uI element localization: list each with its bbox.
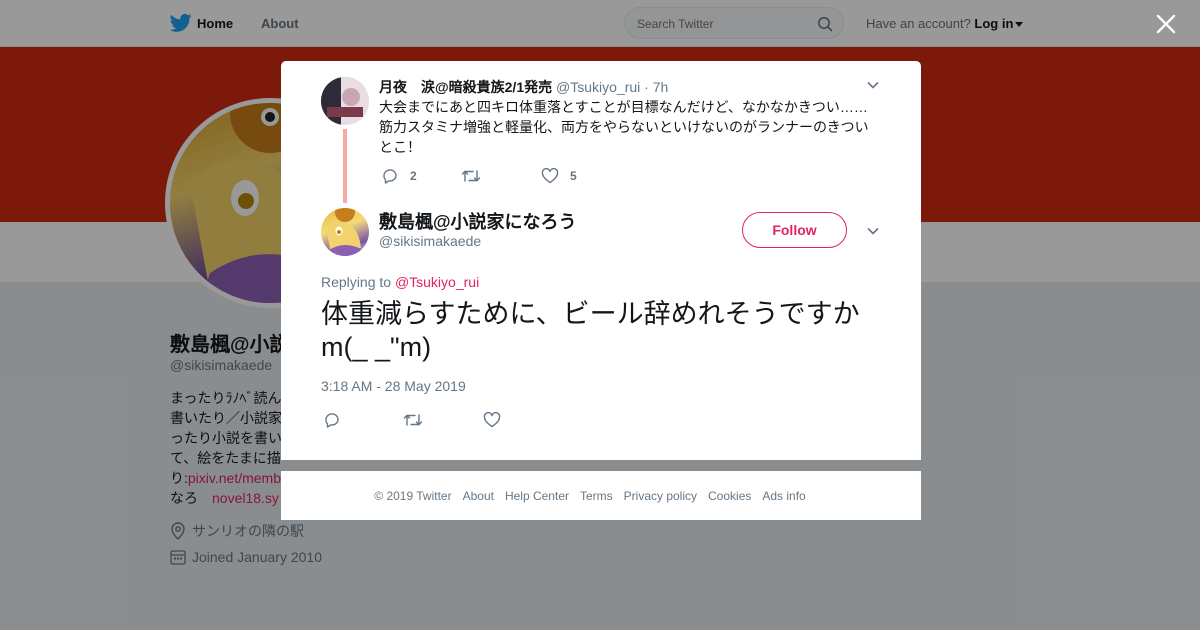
footer-link-terms[interactable]: Terms bbox=[580, 489, 613, 503]
like-action[interactable] bbox=[483, 412, 501, 428]
tweet-modal: 月夜 涙@暗殺貴族2/1発売 @Tsukiyo_rui · 7h 大会までにあと… bbox=[281, 61, 921, 460]
parent-tweet-text: 大会までにあと四キロ体重落とすことが目標なんだけど、なかなかきつい…… 筋力スタ… bbox=[379, 97, 879, 157]
parent-tweet-actions: 2 5 bbox=[381, 167, 577, 185]
parent-retweet-action[interactable] bbox=[461, 168, 541, 184]
parent-reply-action[interactable]: 2 bbox=[381, 167, 461, 185]
footer-link-about[interactable]: About bbox=[463, 489, 494, 503]
parent-reply-count: 2 bbox=[410, 169, 417, 183]
footer-link-ads[interactable]: Ads info bbox=[762, 489, 805, 503]
close-icon[interactable] bbox=[1154, 12, 1178, 36]
reply-icon bbox=[383, 169, 397, 184]
parent-author-name[interactable]: 月夜 涙@暗殺貴族2/1発売 bbox=[379, 79, 552, 95]
parent-avatar-illustration bbox=[321, 77, 369, 125]
main-avatar-illustration bbox=[326, 208, 363, 256]
chevron-down-icon[interactable] bbox=[867, 81, 879, 89]
retweet-icon bbox=[461, 170, 481, 182]
parent-tweet-time[interactable]: · 7h bbox=[644, 79, 668, 95]
retweet-action[interactable] bbox=[403, 412, 483, 428]
footer-link-cookies[interactable]: Cookies bbox=[708, 489, 751, 503]
parent-like-action[interactable]: 5 bbox=[541, 168, 577, 184]
parent-author-handle[interactable]: @Tsukiyo_rui bbox=[556, 79, 640, 95]
heart-icon bbox=[483, 412, 501, 428]
replying-prefix: Replying to bbox=[321, 274, 392, 290]
thread-connector bbox=[343, 129, 347, 203]
footer-link-privacy[interactable]: Privacy policy bbox=[624, 489, 697, 503]
parent-author-avatar[interactable] bbox=[321, 77, 369, 125]
main-text-line: m(_ _"m) bbox=[321, 332, 432, 362]
main-tweet-actions bbox=[323, 411, 501, 429]
modal-footer: © 2019 Twitter About Help Center Terms P… bbox=[281, 471, 921, 520]
main-author-handle[interactable]: @sikisimakaede bbox=[379, 233, 481, 249]
main-author-name[interactable]: 敷島楓@小説家になろう bbox=[379, 208, 577, 234]
reply-action[interactable] bbox=[323, 411, 403, 429]
replying-to-link[interactable]: @Tsukiyo_rui bbox=[395, 274, 479, 290]
chevron-down-icon[interactable] bbox=[867, 227, 879, 235]
parent-tweet-header: 月夜 涙@暗殺貴族2/1発売 @Tsukiyo_rui · 7h bbox=[379, 77, 668, 97]
parent-text-line: 大会までにあと四キロ体重落とすことが目標なんだけど、なかなかきつい…… bbox=[379, 99, 868, 115]
main-text-line: 体重減らすために、ビール辞めれそうですか bbox=[321, 299, 860, 329]
reply-icon bbox=[325, 413, 339, 428]
tweet-timestamp[interactable]: 3:18 AM - 28 May 2019 bbox=[321, 378, 466, 394]
main-author-avatar[interactable] bbox=[321, 208, 369, 256]
parent-text-line: 筋力スタミナ増強と軽量化、両方をやらないといけないのがランナーのきつい bbox=[379, 119, 869, 135]
main-tweet-text: 体重減らすために、ビール辞めれそうですか m(_ _"m) bbox=[321, 298, 891, 364]
footer-link-help[interactable]: Help Center bbox=[505, 489, 569, 503]
replying-to: Replying to @Tsukiyo_rui bbox=[321, 274, 479, 290]
retweet-icon bbox=[403, 414, 423, 426]
parent-like-count: 5 bbox=[570, 169, 577, 183]
follow-button[interactable]: Follow bbox=[742, 212, 847, 248]
parent-text-line: とこ！ bbox=[379, 139, 421, 155]
footer-copyright: © 2019 Twitter bbox=[374, 488, 452, 503]
heart-icon bbox=[541, 168, 559, 184]
